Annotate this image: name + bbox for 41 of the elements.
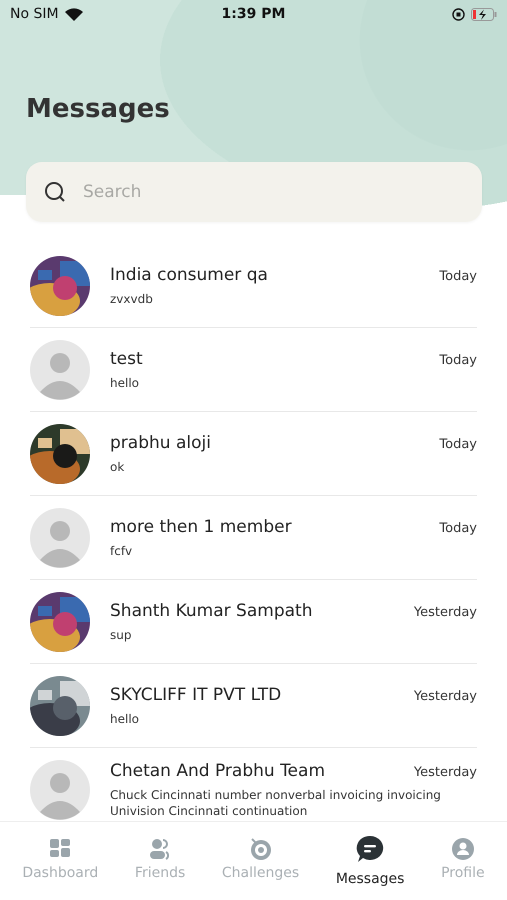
tab-bar-item[interactable]: Messages bbox=[330, 822, 410, 900]
rotation-lock-icon bbox=[452, 8, 465, 20]
avatar-placeholder-icon bbox=[30, 508, 90, 568]
contact-name: more then 1 member bbox=[110, 516, 292, 536]
message-preview: Chuck Cincinnati number nonverbal invoicing invoicing Univision Cincinnati continuation bbox=[110, 786, 442, 818]
profile-icon bbox=[450, 837, 475, 861]
message-time: Today bbox=[439, 268, 477, 284]
page-title: Messages bbox=[26, 93, 171, 126]
conversation-row[interactable]: India consumer qa Today zvxvdb bbox=[30, 244, 477, 328]
message-preview: fcfv bbox=[110, 542, 134, 558]
contact-name: SKYCLIFF IT PVT LTD bbox=[110, 684, 282, 704]
message-time: Today bbox=[439, 352, 477, 368]
message-time: Today bbox=[439, 520, 477, 536]
conversation-row[interactable]: SKYCLIFF IT PVT LTD Yesterday hello bbox=[30, 664, 477, 748]
conversation-row[interactable]: more then 1 member Today fcfv bbox=[30, 496, 477, 580]
search-icon bbox=[44, 181, 66, 203]
contact-name: prabhu aloji bbox=[110, 432, 211, 452]
message-time: Today bbox=[439, 436, 477, 452]
message-time: Yesterday bbox=[414, 764, 477, 780]
conversation-row[interactable]: prabhu aloji Today ok bbox=[30, 412, 477, 496]
contact-name: India consumer qa bbox=[110, 264, 268, 284]
target-icon bbox=[248, 837, 273, 861]
avatar-placeholder-icon bbox=[30, 340, 90, 400]
battery-charging-icon bbox=[470, 8, 497, 20]
carrier-label: No SIM bbox=[10, 6, 59, 22]
contact-name: Shanth Kumar Sampath bbox=[110, 600, 312, 620]
contact-name: Chetan And Prabhu Team bbox=[110, 760, 325, 780]
message-preview: hello bbox=[110, 710, 140, 726]
message-time: Yesterday bbox=[414, 604, 477, 620]
chat-bubble-icon bbox=[356, 835, 384, 863]
contact-name: test bbox=[110, 348, 143, 368]
message-preview: hello bbox=[110, 374, 140, 390]
wifi-icon bbox=[64, 8, 83, 20]
search-field[interactable]: Search bbox=[26, 162, 482, 222]
message-preview: sup bbox=[110, 626, 132, 642]
message-time: Yesterday bbox=[414, 688, 477, 704]
message-preview: zvxvdb bbox=[110, 290, 154, 306]
conversation-row[interactable]: Shanth Kumar Sampath Yesterday sup bbox=[30, 580, 477, 664]
message-preview: ok bbox=[110, 458, 126, 474]
clock-time: 1:39 PM bbox=[222, 6, 286, 22]
conversation-row[interactable]: test Today hello bbox=[30, 328, 477, 412]
